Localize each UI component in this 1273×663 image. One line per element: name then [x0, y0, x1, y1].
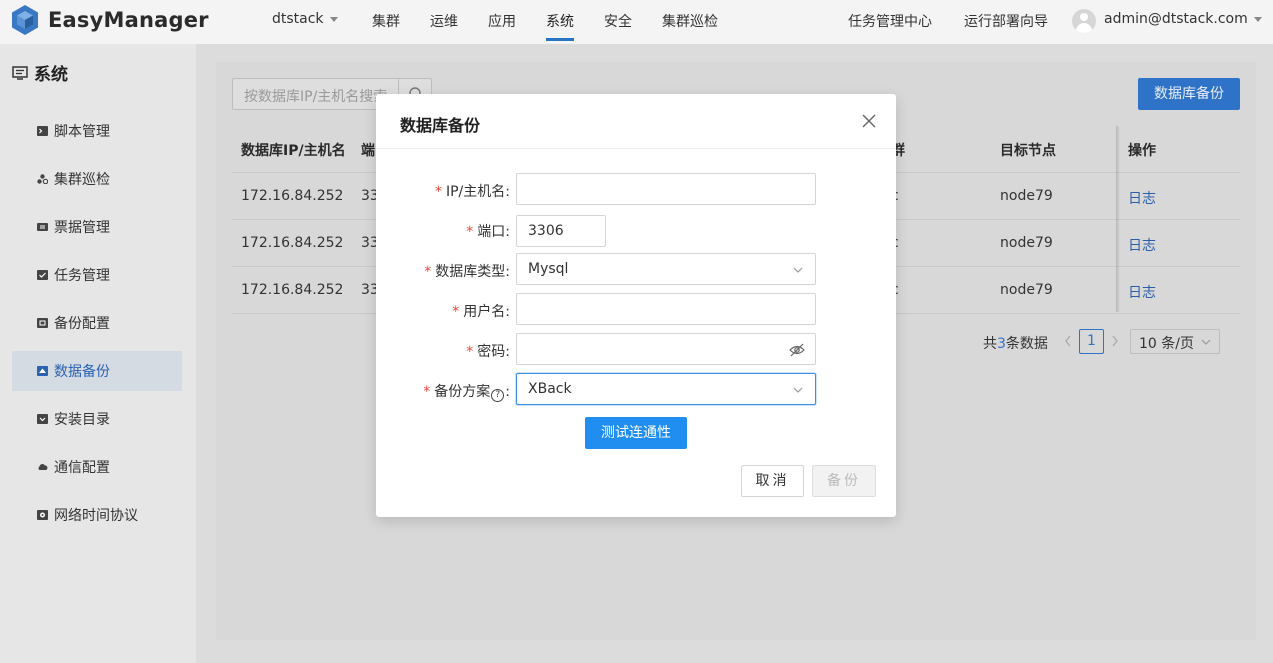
db-type-value: Mysql — [528, 261, 569, 277]
db-type-label-text: 数据库类型: — [435, 264, 510, 280]
username-input[interactable] — [516, 293, 816, 325]
cancel-button[interactable]: 取消 — [741, 465, 804, 497]
required-mark: * — [466, 344, 474, 360]
password-label: * 密码: — [466, 341, 510, 361]
required-mark: * — [424, 264, 432, 280]
chevron-down-icon — [793, 267, 803, 273]
port-label: * 端口: — [466, 221, 510, 241]
modal-divider — [376, 148, 896, 149]
help-icon[interactable]: ? — [491, 389, 505, 402]
close-icon[interactable] — [861, 113, 877, 129]
host-label-text: IP/主机名: — [445, 184, 510, 200]
db-type-label: * 数据库类型: — [424, 261, 510, 281]
required-mark: * — [434, 184, 442, 200]
scheme-label-text: 备份方案 — [434, 384, 491, 400]
scheme-label: * 备份方案?: — [423, 381, 510, 402]
required-mark: * — [452, 304, 460, 320]
port-label-text: 端口: — [477, 224, 510, 240]
scheme-select[interactable]: XBack — [516, 373, 816, 405]
username-label-text: 用户名: — [463, 304, 510, 320]
modal-title: 数据库备份 — [400, 116, 481, 135]
host-label: * IP/主机名: — [435, 181, 510, 201]
test-connection-button[interactable]: 测试连通性 — [585, 417, 687, 449]
eye-invisible-icon[interactable] — [789, 343, 805, 357]
chevron-down-icon — [793, 387, 803, 393]
scheme-value: XBack — [528, 381, 572, 397]
password-input[interactable] — [516, 333, 816, 365]
host-input[interactable] — [516, 173, 816, 205]
db-type-select[interactable]: Mysql — [516, 253, 816, 285]
username-label: * 用户名: — [452, 301, 510, 321]
port-value: 3306 — [528, 223, 564, 239]
scheme-label-colon: : — [505, 384, 510, 400]
password-label-text: 密码: — [477, 344, 510, 360]
backup-submit-button[interactable]: 备份 — [812, 465, 876, 497]
port-input[interactable]: 3306 — [516, 215, 606, 247]
backup-modal: 数据库备份 * IP/主机名: * 端口: 3306 * 数据库类型: Mysql *… — [376, 94, 896, 517]
required-mark: * — [466, 224, 474, 240]
required-mark: * — [423, 384, 431, 400]
